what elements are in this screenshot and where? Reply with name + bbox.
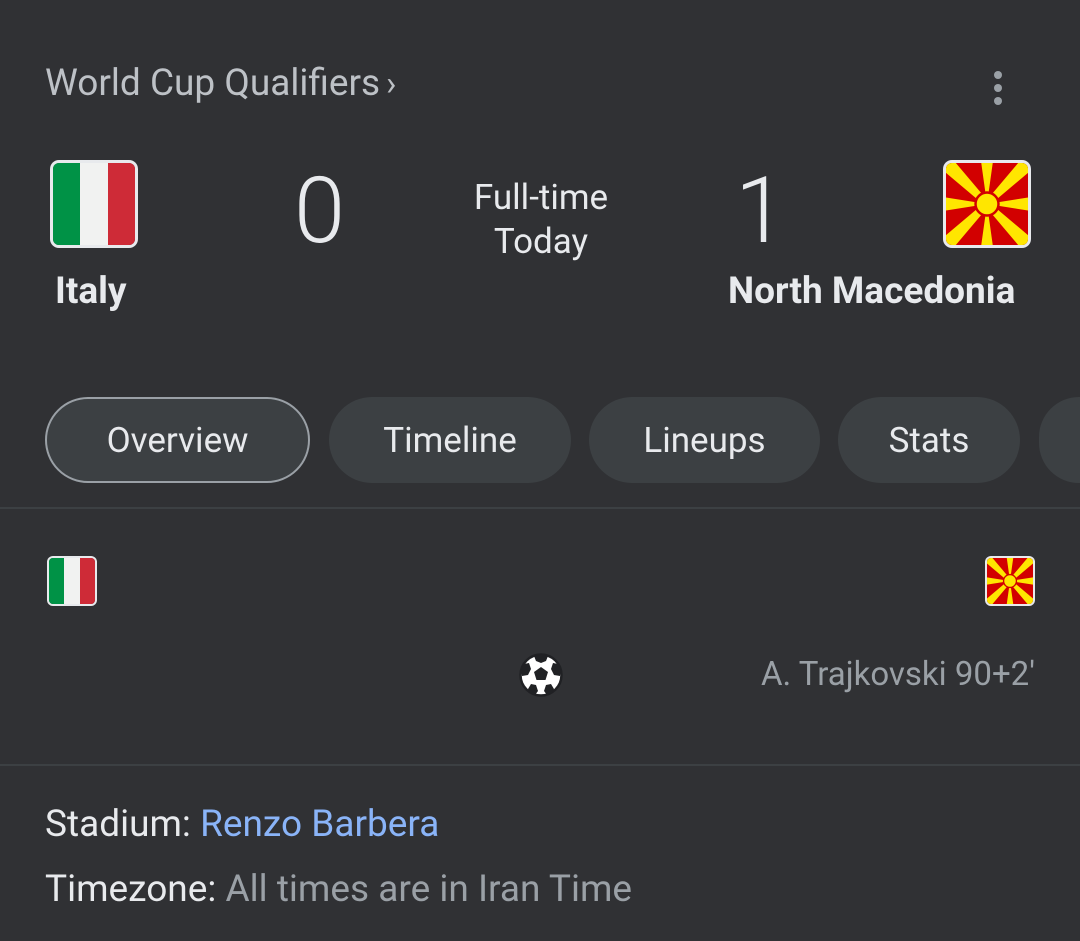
away-score: 1 — [735, 158, 787, 265]
tab-stats[interactable]: Stats — [838, 397, 1020, 483]
stadium-info: Stadium: Renzo Barbera — [45, 801, 439, 849]
more-dot — [994, 71, 1002, 79]
stadium-label: Stadium: — [45, 803, 191, 846]
competition-link[interactable]: World Cup Qualifiers › — [45, 60, 396, 108]
goal-event-player: A. Trajkovski 90+2' — [760, 655, 1035, 694]
tab-more[interactable] — [1039, 397, 1080, 483]
soccer-ball-icon — [519, 653, 563, 697]
tab-timeline[interactable]: Timeline — [329, 397, 571, 483]
divider — [0, 764, 1080, 766]
more-dot — [994, 84, 1002, 92]
italy-flag-icon — [49, 558, 95, 604]
away-team-name[interactable]: North Macedonia — [728, 270, 1015, 314]
match-date: Today — [493, 221, 589, 262]
timezone-value: All times are in Iran Time — [225, 868, 633, 911]
north-macedonia-flag-icon — [987, 558, 1033, 604]
more-dot — [994, 97, 1002, 105]
tab-overview[interactable]: Overview — [45, 397, 310, 483]
competition-title: World Cup Qualifiers — [45, 62, 381, 105]
north-macedonia-flag-icon[interactable] — [946, 163, 1028, 245]
italy-flag-icon[interactable] — [53, 163, 135, 245]
tab-lineups[interactable]: Lineups — [589, 397, 820, 483]
match-status: Full-time Today — [430, 176, 652, 264]
more-options-icon[interactable] — [978, 64, 1018, 112]
match-status-text: Full-time — [473, 177, 609, 218]
timezone-label: Timezone: — [45, 868, 217, 911]
divider — [0, 507, 1080, 509]
home-team-name[interactable]: Italy — [55, 270, 127, 314]
timezone-info: Timezone: All times are in Iran Time — [45, 866, 632, 914]
chevron-right-icon: › — [386, 64, 397, 104]
stadium-link[interactable]: Renzo Barbera — [200, 803, 439, 846]
home-score: 0 — [294, 158, 346, 265]
